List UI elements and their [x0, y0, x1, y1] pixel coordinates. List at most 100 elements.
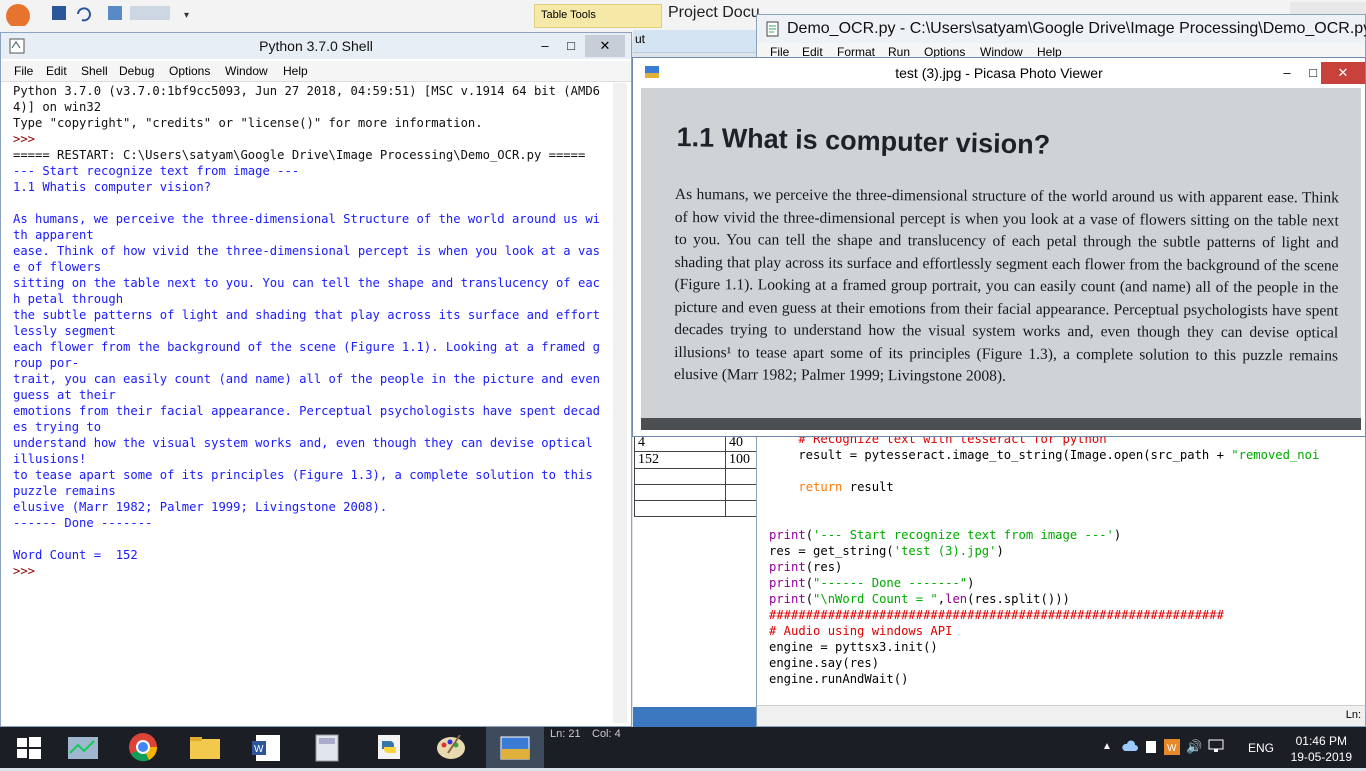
- menu-window[interactable]: Window: [225, 64, 268, 78]
- system-tray: ▲ W 🔊: [1098, 737, 1238, 761]
- code-token: (: [805, 576, 814, 590]
- code-line: print(res): [769, 559, 1359, 575]
- code-token: ): [967, 576, 975, 590]
- word-toolbar-icons: ▾: [6, 4, 189, 28]
- shell-menubar: File Edit Shell Debug Options Window Hel…: [1, 61, 631, 82]
- word-tray-icon[interactable]: W: [1164, 739, 1180, 758]
- shell-output[interactable]: Python 3.7.0 (v3.7.0:1bf9cc5093, Jun 27 …: [13, 83, 601, 723]
- shell-titlebar[interactable]: Python 3.7.0 Shell – □ ✕: [1, 33, 631, 59]
- cloud-upload-icon[interactable]: [1122, 739, 1138, 756]
- language-indicator[interactable]: ENG: [1248, 741, 1274, 755]
- shell-line: each flower from the background of the s…: [13, 340, 600, 370]
- calculator-icon: [315, 734, 339, 762]
- shell-line: the subtle patterns of light and shading…: [13, 308, 600, 338]
- task-manager-app[interactable]: [54, 727, 112, 768]
- calculator-app[interactable]: [298, 727, 356, 768]
- menu-help[interactable]: Help: [283, 64, 308, 78]
- code-token: "\nWord Count = ": [813, 592, 938, 606]
- code-line: engine.runAndWait(): [769, 671, 1359, 687]
- table-cell: [634, 500, 726, 517]
- code-token: (: [805, 528, 814, 542]
- menu-debug[interactable]: Debug: [119, 64, 154, 78]
- network-icon[interactable]: [1208, 739, 1224, 756]
- python-idle-app[interactable]: [360, 727, 418, 768]
- picasa-window-controls: – □ ✕: [1273, 62, 1365, 84]
- code-line: engine.say(res): [769, 655, 1359, 671]
- code-token: "------ Done -------": [813, 576, 968, 590]
- picture-icon: [500, 736, 530, 760]
- minimize-button[interactable]: –: [531, 35, 559, 57]
- minimize-button[interactable]: –: [1273, 62, 1301, 84]
- chevron-up-icon[interactable]: ▲: [1102, 741, 1112, 752]
- code-token: (: [805, 592, 814, 606]
- shell-line: sitting on the table next to you. You ca…: [13, 276, 600, 306]
- editor-status-line: Ln:: [1345, 709, 1361, 721]
- start-button[interactable]: [0, 727, 58, 768]
- idle-file-icon: [765, 21, 781, 40]
- app-tray-icon[interactable]: [1144, 739, 1158, 758]
- clock-date: 19-05-2019: [1290, 750, 1352, 764]
- word-app[interactable]: W: [238, 727, 296, 768]
- editor-code-area[interactable]: # Recognize text with tesseract for pyth…: [769, 431, 1359, 687]
- table-cell: [634, 484, 726, 501]
- svg-text:▾: ▾: [184, 10, 189, 21]
- shell-scrollbar[interactable]: [613, 83, 627, 723]
- picasa-window: test (3).jpg - Picasa Photo Viewer – □ ✕…: [632, 57, 1366, 437]
- code-token: engine.runAndWait(): [769, 672, 909, 686]
- maximize-button[interactable]: □: [557, 35, 585, 57]
- editor-titlebar[interactable]: Demo_OCR.py - C:\Users\satyam\Google Dri…: [757, 15, 1366, 43]
- code-token: 'test (3).jpg': [893, 544, 997, 558]
- code-token: (res.split())): [967, 592, 1070, 606]
- shell-line: >>>: [13, 564, 43, 578]
- code-token: ########################################…: [769, 608, 1224, 622]
- shell-line: emotions from their facial appearance. P…: [13, 404, 600, 434]
- file-explorer-app[interactable]: [176, 727, 234, 768]
- code-line: result = pytesseract.image_to_string(Ima…: [769, 447, 1359, 463]
- menu-edit[interactable]: Edit: [46, 64, 67, 78]
- shell-line: trait, you can easily count (and name) a…: [13, 372, 608, 402]
- picasa-app[interactable]: [486, 727, 544, 768]
- photo-heading: 1.1 What is computer vision?: [676, 122, 1051, 160]
- menu-file[interactable]: File: [14, 64, 33, 78]
- code-token: res = get_string(: [769, 544, 894, 558]
- code-line: res = get_string('test (3).jpg'): [769, 543, 1359, 559]
- code-token: '--- Start recognize text from image ---…: [813, 528, 1114, 542]
- shell-line: understand how the visual system works a…: [13, 436, 601, 466]
- code-line: print("\nWord Count = ",len(res.split())…: [769, 591, 1359, 607]
- word-table-tools-tab[interactable]: Table Tools: [534, 4, 662, 28]
- close-button[interactable]: ✕: [585, 35, 625, 57]
- table-tools-label: Table Tools: [541, 9, 596, 21]
- table-cell: [634, 468, 726, 485]
- python-shell-window: Python 3.7.0 Shell – □ ✕ File Edit Shell…: [0, 32, 632, 727]
- code-token: len: [945, 592, 968, 606]
- word-table: 4 40 152 100: [634, 434, 763, 517]
- shell-status-line: Ln: 21: [550, 728, 581, 740]
- paint-app[interactable]: [422, 727, 480, 768]
- clock[interactable]: 01:46 PM 19-05-2019: [1291, 733, 1352, 765]
- shell-line: ------ Done -------: [13, 516, 153, 530]
- chrome-app[interactable]: [114, 727, 172, 768]
- shell-line: As humans, we perceive the three-dimensi…: [13, 212, 600, 242]
- editor-title: Demo_OCR.py - C:\Users\satyam\Google Dri…: [787, 20, 1366, 37]
- word-quick-access-toolbar[interactable]: ▾: [0, 0, 200, 28]
- code-line: # Audio using windows API: [769, 623, 1359, 639]
- close-button[interactable]: ✕: [1321, 62, 1365, 84]
- menu-shell[interactable]: Shell: [81, 64, 108, 78]
- chrome-icon: [129, 733, 158, 762]
- picasa-title: test (3).jpg - Picasa Photo Viewer: [895, 65, 1103, 81]
- shell-line: ===== RESTART: C:\Users\satyam\Google Dr…: [13, 148, 586, 162]
- code-line: return result: [769, 479, 1359, 495]
- shell-line: elusive (Marr 1982; Palmer 1999; Livings…: [13, 500, 388, 514]
- editor-statusbar: Ln:: [757, 705, 1365, 726]
- code-token: print: [769, 560, 806, 574]
- volume-icon[interactable]: 🔊: [1186, 739, 1202, 755]
- word-statusbar-fragment: [633, 707, 756, 727]
- word-icon: W: [252, 735, 280, 761]
- menu-options[interactable]: Options: [169, 64, 210, 78]
- photo-bottom-edge: [641, 418, 1361, 430]
- code-token: print: [769, 528, 806, 542]
